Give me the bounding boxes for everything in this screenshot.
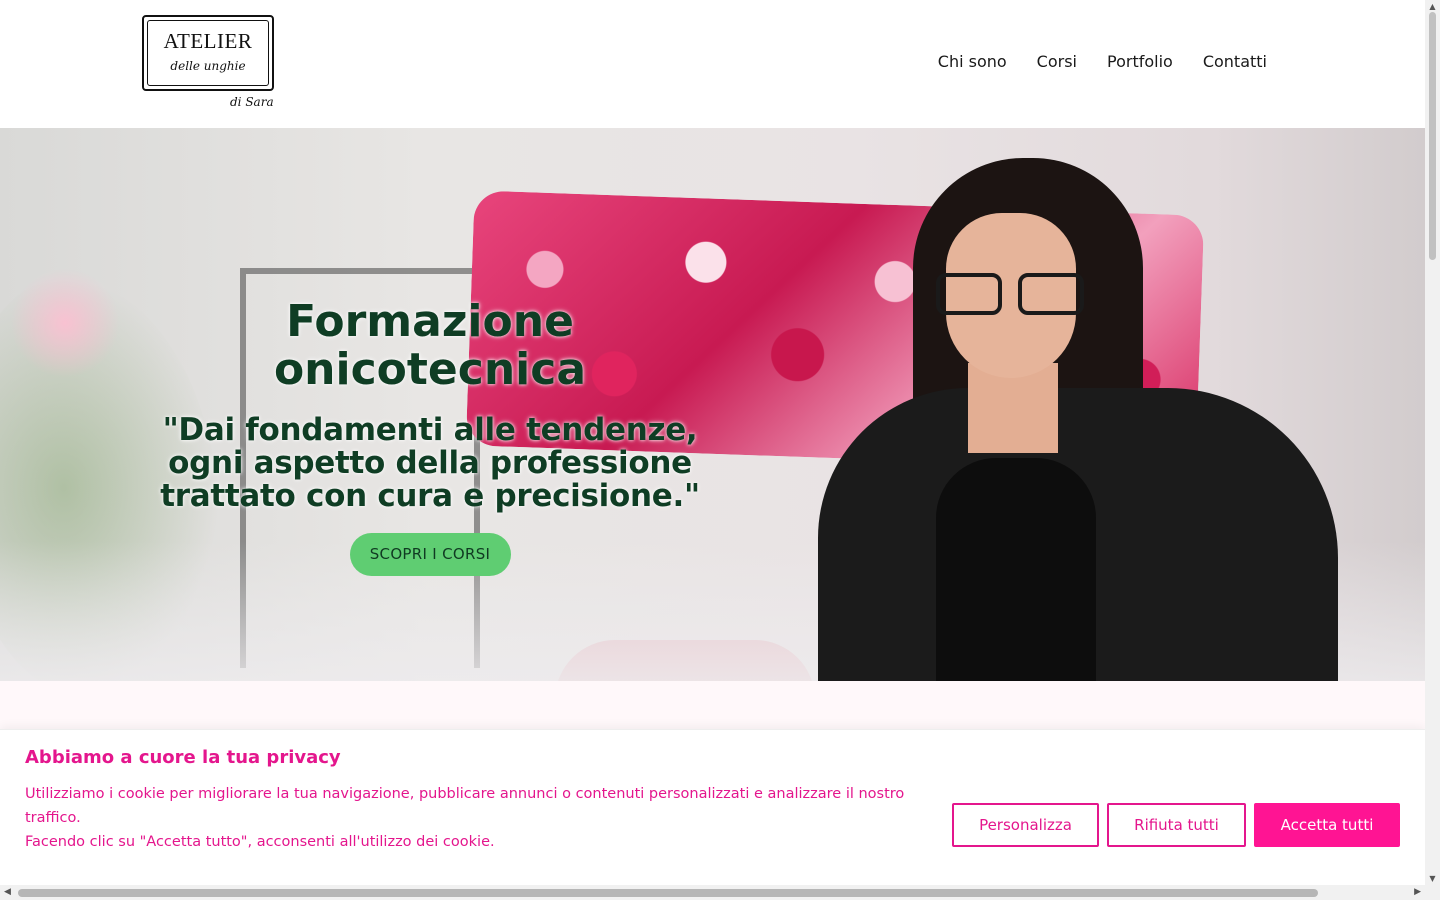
hero-title: Formazione onicotecnica xyxy=(160,298,700,394)
scrollbar-corner xyxy=(1425,885,1440,900)
cookie-title: Abbiamo a cuore la tua privacy xyxy=(25,747,341,768)
hero-copy: Formazione onicotecnica "Dai fondamenti … xyxy=(160,298,700,576)
hero-title-line2: onicotecnica xyxy=(273,344,587,395)
reject-all-button[interactable]: Rifiuta tutti xyxy=(1107,803,1246,847)
hero-portrait xyxy=(818,158,1338,681)
hero-quote: "Dai fondamenti alle tendenze, ogni aspe… xyxy=(160,414,700,513)
customize-cookies-button[interactable]: Personalizza xyxy=(952,803,1099,847)
chevron-left-icon[interactable]: ◀ xyxy=(4,887,11,897)
vertical-scroll-thumb[interactable] xyxy=(1429,12,1436,260)
nav-item-portfolio[interactable]: Portfolio xyxy=(1107,52,1173,71)
site-header: ATELIER delle unghie di Sara Chi sono Co… xyxy=(0,0,1425,128)
logo-title: ATELIER xyxy=(163,29,253,53)
hero-section: Formazione onicotecnica "Dai fondamenti … xyxy=(0,128,1425,681)
hero-quote-line2: ogni aspetto della professione xyxy=(168,445,692,481)
chevron-down-icon[interactable]: ▼ xyxy=(1427,874,1438,883)
chevron-up-icon[interactable]: ▲ xyxy=(1427,2,1438,11)
portrait-top xyxy=(936,458,1096,681)
horizontal-scroll-thumb[interactable] xyxy=(18,889,1318,897)
nav-item-chi-sono[interactable]: Chi sono xyxy=(938,52,1007,71)
nav-item-contatti[interactable]: Contatti xyxy=(1203,52,1267,71)
discover-courses-button[interactable]: SCOPRI I CORSI xyxy=(349,533,511,576)
logo-subtitle: delle unghie xyxy=(170,59,246,73)
nav-item-corsi[interactable]: Corsi xyxy=(1037,52,1077,71)
hero-quote-line3: trattato con cura e precisione." xyxy=(160,478,700,514)
hero-quote-line1: "Dai fondamenti alle tendenze, xyxy=(162,412,698,448)
logo-signature: di Sara xyxy=(230,95,274,109)
glasses-lens-right xyxy=(1018,273,1084,315)
site-logo[interactable]: ATELIER delle unghie di Sara xyxy=(142,15,274,115)
background-orchid xyxy=(10,268,120,378)
cookie-text-line1: Utilizziamo i cookie per migliorare la t… xyxy=(25,786,905,826)
accept-all-button[interactable]: Accetta tutti xyxy=(1254,803,1400,847)
glasses-lens-left xyxy=(936,273,1002,315)
chevron-right-icon[interactable]: ▶ xyxy=(1414,887,1421,897)
horizontal-scrollbar[interactable]: ◀ ▶ xyxy=(0,885,1425,900)
vertical-scrollbar[interactable]: ▲ ▼ xyxy=(1425,0,1440,885)
cookie-banner: Abbiamo a cuore la tua privacy Utilizzia… xyxy=(0,729,1425,889)
portrait-glasses xyxy=(936,273,1086,317)
cookie-text-line2: Facendo clic su "Accetta tutto", acconse… xyxy=(25,834,495,850)
hero-title-line1: Formazione xyxy=(286,296,574,347)
cookie-text: Utilizziamo i cookie per migliorare la t… xyxy=(25,782,945,854)
main-nav: Chi sono Corsi Portfolio Contatti xyxy=(938,52,1267,71)
